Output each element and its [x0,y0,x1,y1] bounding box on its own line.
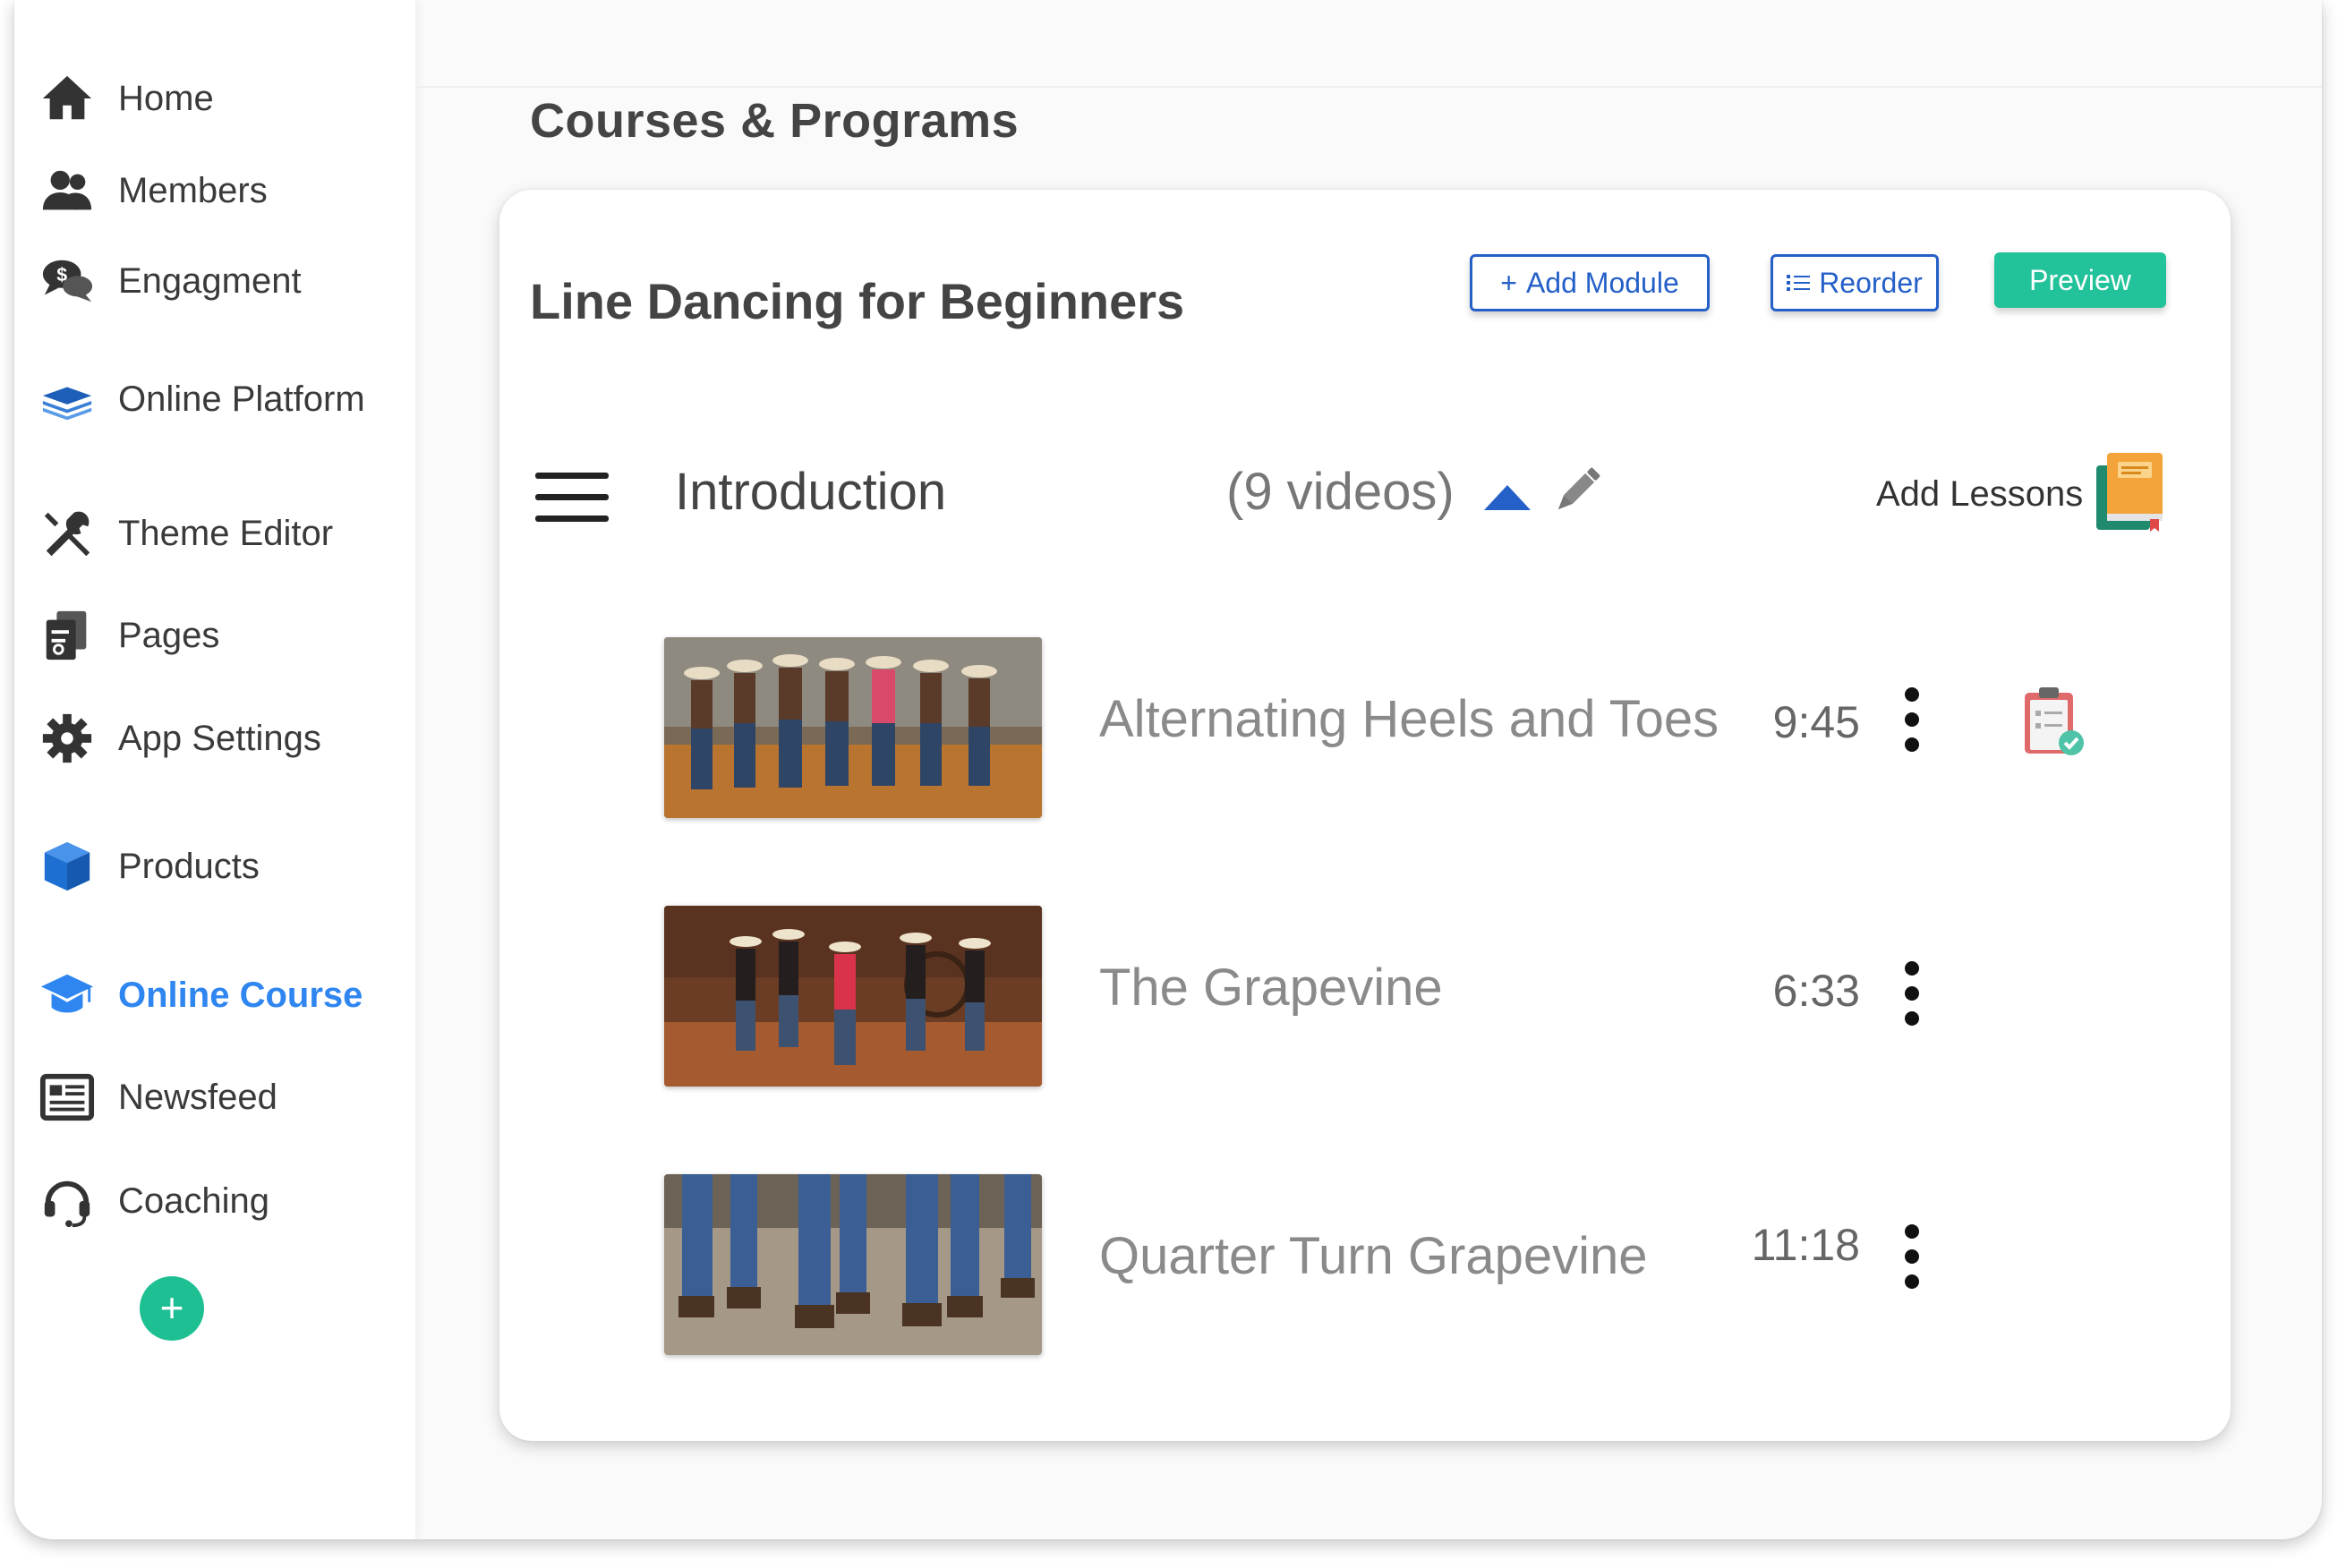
svg-text:$: $ [56,264,67,285]
sidebar-item-theme-editor[interactable]: Theme Editor [38,498,333,569]
sidebar-item-label: Engagment [118,260,302,301]
plus-icon: + [1500,266,1517,299]
engagement-icon: $ [38,251,97,311]
page-title: Courses & Programs [530,94,1020,148]
gear-icon [38,709,97,768]
lesson-row[interactable]: Quarter Turn Grapevine 11:18 [664,1174,2114,1355]
graduation-cap-icon [38,966,97,1025]
sidebar-item-app-settings[interactable]: App Settings [38,703,321,774]
add-menu-item-button[interactable]: + [140,1276,204,1341]
lesson-duration: 9:45 [1772,697,1860,747]
add-module-button[interactable]: + Add Module [1470,254,1710,311]
sidebar-item-coaching[interactable]: Coaching [38,1165,269,1237]
sidebar-item-online-course[interactable]: Online Course [38,959,363,1031]
lesson-duration: 11:18 [1751,1220,1860,1270]
lesson-thumbnail[interactable] [664,1174,1042,1355]
lesson-title: Alternating Heels and Toes [1099,690,1719,748]
reorder-label: Reorder [1819,266,1923,299]
members-icon [38,161,97,220]
sidebar-item-label: Theme Editor [118,513,334,553]
home-icon [38,69,97,128]
module-video-count: (9 videos) [1226,463,1455,521]
sidebar-item-members[interactable]: Members [38,155,268,226]
lesson-title: The Grapevine [1099,959,1443,1017]
drag-handle-icon[interactable] [535,473,609,526]
sidebar-item-home[interactable]: Home [38,63,214,134]
app-window: Home Members $ Engagment Online Platform [14,0,2322,1539]
cube-icon [38,837,97,896]
collapse-caret-icon[interactable] [1484,485,1531,510]
header-divider [415,86,2322,88]
preview-button[interactable]: Preview [1994,252,2166,308]
book-icon[interactable] [2095,451,2166,533]
sidebar-item-label: Online Course [118,975,363,1015]
pencil-icon[interactable] [1549,462,1606,519]
sidebar: Home Members $ Engagment Online Platform [14,0,415,1539]
sidebar-item-label: App Settings [118,718,321,758]
lesson-title: Quarter Turn Grapevine [1099,1227,1648,1285]
more-options-icon[interactable] [1899,1224,1924,1308]
sidebar-item-label: Newsfeed [118,1077,277,1117]
reorder-button[interactable]: Reorder [1771,254,1939,311]
lesson-row[interactable]: The Grapevine 6:33 [664,906,2114,1087]
add-lessons-button[interactable]: Add Lessons [1876,474,2083,515]
module-title: Introduction [675,463,947,521]
lesson-thumbnail[interactable] [664,637,1042,818]
course-card: Line Dancing for Beginners + Add Module … [499,190,2231,1441]
lesson-thumbnail[interactable] [664,906,1042,1087]
pages-icon [38,606,97,665]
sidebar-item-label: Products [118,846,260,886]
sidebar-item-online-platform[interactable]: Online Platform [38,363,365,435]
more-options-icon[interactable] [1899,961,1924,1045]
sidebar-item-engagement[interactable]: $ Engagment [38,245,302,317]
sidebar-item-pages[interactable]: Pages [38,600,219,671]
tools-icon [38,504,97,563]
sidebar-item-label: Coaching [118,1180,270,1221]
sidebar-item-products[interactable]: Products [38,831,260,902]
sidebar-item-label: Home [118,78,214,118]
sidebar-item-label: Online Platform [118,379,365,419]
sidebar-item-label: Pages [118,615,220,655]
newspaper-icon [38,1068,97,1127]
lesson-row[interactable]: Alternating Heels and Toes 9:45 [664,637,2114,818]
course-title: Line Dancing for Beginners [530,273,1185,329]
headset-icon [38,1172,97,1231]
list-icon [1787,267,1811,300]
sidebar-item-label: Members [118,170,268,210]
sidebar-item-newsfeed[interactable]: Newsfeed [38,1061,277,1133]
layers-icon [38,370,97,429]
add-module-label: Add Module [1525,266,1679,299]
lesson-duration: 6:33 [1772,966,1860,1016]
more-options-icon[interactable] [1899,687,1924,771]
quiz-clipboard-icon[interactable] [2021,684,2086,759]
